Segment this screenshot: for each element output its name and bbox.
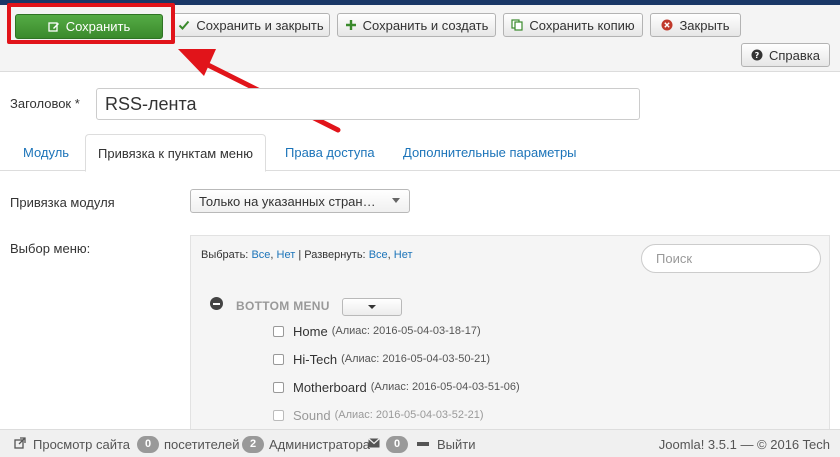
menu-group-title: BOTTOM MENU (236, 299, 330, 313)
view-site-link[interactable]: Просмотр сайта (14, 430, 130, 457)
list-item: Motherboard (Алиас: 2016-05-04-03-51-06) (273, 378, 520, 396)
help-button[interactable]: ? Справка (741, 43, 830, 67)
copy-icon (511, 19, 523, 31)
svg-text:?: ? (755, 51, 760, 60)
close-label: Закрыть (679, 17, 730, 33)
menu-item-name: Motherboard (293, 379, 367, 395)
menu-item-alias: (Алиас: 2016-05-04-03-18-17) (331, 325, 481, 337)
select-none-link[interactable]: Нет (277, 249, 296, 261)
collapse-minus-icon[interactable] (210, 297, 223, 310)
select-prefix: Выбрать: (201, 249, 249, 261)
messages-badge: 0 (386, 435, 408, 453)
minus-icon (417, 442, 429, 446)
title-input-value: RSS-лента (105, 93, 197, 114)
close-circle-icon (661, 19, 673, 31)
save-and-new-label: Сохранить и создать (362, 17, 489, 33)
save-copy-label: Сохранить копию (529, 17, 635, 33)
title-input[interactable]: RSS-лента (96, 88, 640, 120)
caret-down-icon (368, 305, 376, 309)
list-item: Home (Алиас: 2016-05-04-03-18-17) (273, 322, 481, 340)
module-assignment-label: Привязка модуля (10, 195, 115, 210)
visitors-counter: 0 посетителей (137, 430, 239, 457)
panel-controls: Выбрать: Все, Нет | Развернуть: Все, Нет (201, 249, 413, 261)
footer-text: Joomla! 3.5.1 — © 2016 Tech (658, 436, 830, 452)
save-and-close-button[interactable]: Сохранить и закрыть (172, 13, 330, 37)
menu-search-input[interactable]: Поиск (641, 244, 821, 273)
menu-item-name: Sound (293, 407, 331, 423)
tab-advanced-label: Дополнительные параметры (403, 145, 577, 160)
expand-all-link[interactable]: Все (369, 249, 388, 261)
comma-separator-2: , (387, 249, 391, 261)
tab-permissions[interactable]: Права доступа (285, 134, 375, 171)
chevron-down-icon (392, 198, 400, 203)
logout-label: Выйти (437, 436, 476, 452)
admins-badge: 2 (242, 435, 264, 453)
check-icon (178, 19, 190, 31)
menu-item-checkbox[interactable] (273, 381, 284, 393)
view-site-label: Просмотр сайта (33, 436, 131, 452)
menu-item-checkbox[interactable] (273, 353, 284, 365)
menu-item-alias: (Алиас: 2016-05-04-03-52-21) (334, 409, 484, 421)
admins-label: Администратора (269, 436, 371, 452)
tab-menu-assignment-label: Привязка к пунктам меню (98, 145, 253, 161)
select-all-link[interactable]: Все (251, 249, 270, 261)
title-label: Заголовок * (10, 96, 80, 111)
save-and-close-label: Сохранить и закрыть (196, 17, 324, 33)
search-placeholder: Поиск (656, 251, 693, 266)
help-label: Справка (769, 47, 820, 63)
tab-bar: Модуль Привязка к пунктам меню Права дос… (0, 134, 840, 172)
save-button-highlight (7, 3, 175, 44)
pipe-separator: | (298, 249, 302, 261)
list-item: Hi-Tech (Алиас: 2016-05-04-03-50-21) (273, 350, 490, 368)
status-bar: Просмотр сайта 0 посетителей 2 Администр… (0, 429, 840, 457)
envelope-icon (368, 437, 380, 451)
save-copy-button[interactable]: Сохранить копию (503, 13, 643, 37)
external-link-icon (14, 436, 26, 452)
tab-advanced[interactable]: Дополнительные параметры (403, 134, 577, 171)
logout-link[interactable]: Выйти (417, 430, 476, 457)
tab-menu-assignment[interactable]: Привязка к пунктам меню (85, 134, 266, 172)
visitors-label: посетителей (164, 436, 240, 452)
menu-item-name: Home (293, 323, 328, 339)
menu-item-checkbox[interactable] (273, 325, 284, 337)
menu-selection-panel: Выбрать: Все, Нет | Развернуть: Все, Нет… (190, 235, 830, 429)
close-button[interactable]: Закрыть (650, 13, 741, 37)
admins-counter: 2 Администратора (242, 430, 370, 457)
tab-module-label: Модуль (23, 145, 70, 160)
tab-permissions-label: Права доступа (285, 145, 375, 160)
plus-icon (345, 19, 357, 31)
save-and-new-button[interactable]: Сохранить и создать (337, 13, 496, 37)
module-assignment-value: Только на указанных стран… (199, 193, 376, 209)
expand-none-link[interactable]: Нет (394, 249, 413, 261)
messages-counter[interactable]: 0 (368, 430, 408, 457)
visitors-badge: 0 (137, 435, 159, 453)
expand-prefix: Развернуть: (304, 249, 366, 261)
menu-item-alias: (Алиас: 2016-05-04-03-51-06) (370, 381, 520, 393)
tab-module[interactable]: Модуль (23, 134, 69, 171)
menu-selection-label: Выбор меню: (10, 241, 91, 256)
question-circle-icon: ? (751, 49, 763, 61)
comma-separator: , (270, 249, 274, 261)
list-item: Sound (Алиас: 2016-05-04-03-52-21) (273, 406, 484, 424)
menu-item-alias: (Алиас: 2016-05-04-03-50-21) (341, 353, 490, 365)
module-assignment-select[interactable]: Только на указанных стран… (190, 189, 410, 213)
footer-copyright: Joomla! 3.5.1 — © 2016 Tech (659, 430, 830, 457)
menu-item-checkbox[interactable] (273, 409, 284, 421)
menu-item-name: Hi-Tech (293, 351, 338, 367)
menu-group-dropdown[interactable] (342, 298, 402, 316)
